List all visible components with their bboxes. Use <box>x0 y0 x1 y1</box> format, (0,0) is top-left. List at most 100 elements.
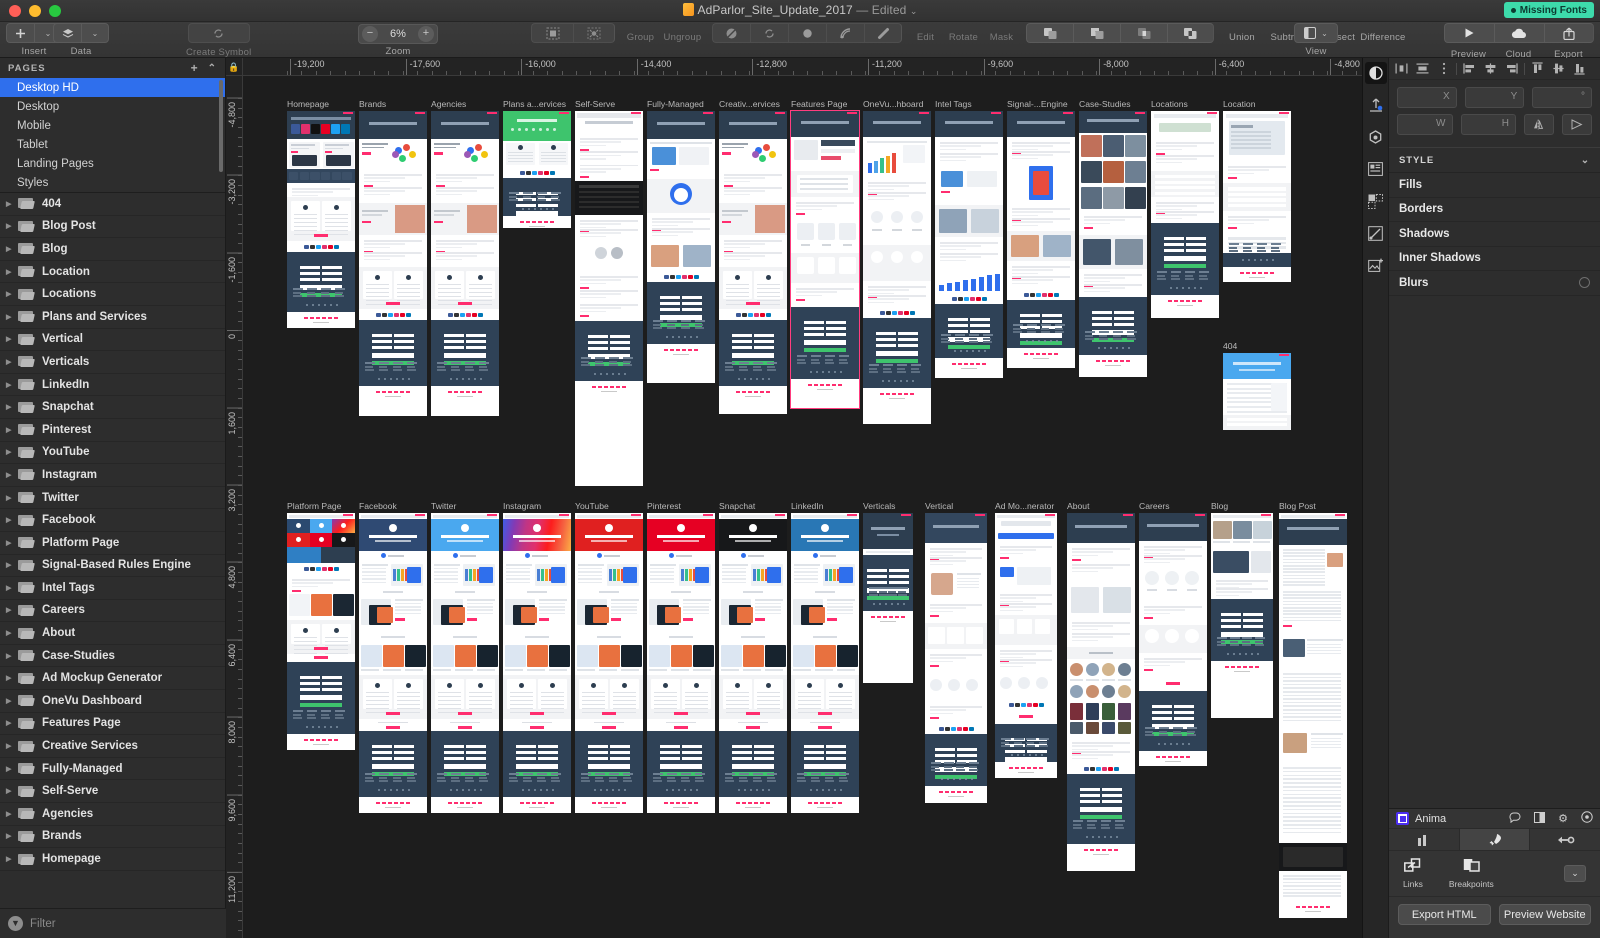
disclosure-triangle-icon[interactable]: ▶ <box>6 335 18 343</box>
layer-row[interactable]: ▶ Homepage <box>0 848 225 871</box>
export-button[interactable] <box>1543 23 1594 43</box>
zoom-value[interactable]: 6% <box>378 28 418 40</box>
data-button[interactable] <box>53 23 81 43</box>
distribute-vertical-icon[interactable] <box>1412 59 1433 79</box>
layout-icon[interactable] <box>1365 158 1387 180</box>
distribute-horizontal-icon[interactable] <box>1391 59 1412 79</box>
style-row-fills[interactable]: Fills <box>1389 173 1600 198</box>
layer-row[interactable]: ▶ Platform Page <box>0 532 225 555</box>
artboard-thumbnail[interactable] <box>935 111 1003 378</box>
comment-icon[interactable] <box>1509 812 1521 826</box>
align-bottom-icon[interactable] <box>1569 59 1590 79</box>
disclosure-triangle-icon[interactable]: ▶ <box>6 494 18 502</box>
disclosure-triangle-icon[interactable]: ▶ <box>6 426 18 434</box>
symbols-icon[interactable] <box>1365 190 1387 212</box>
artboard-thumbnail[interactable] <box>719 111 787 414</box>
cloud-button[interactable] <box>1493 23 1544 43</box>
artboard[interactable]: Blog <box>1211 501 1273 718</box>
disclosure-triangle-icon[interactable]: ▶ <box>6 810 18 818</box>
layer-row[interactable]: ▶ Fully-Managed <box>0 758 225 781</box>
blurs-checkbox[interactable] <box>1579 277 1590 289</box>
intersect-button[interactable] <box>1120 23 1167 43</box>
artboard[interactable]: Self-Serve <box>575 99 643 486</box>
horizontal-ruler[interactable]: -19,200 -17,600 -16,000 -14,400 -12,800 -11,2… <box>243 58 1362 76</box>
disclosure-triangle-icon[interactable]: ▶ <box>6 200 18 208</box>
layer-row[interactable]: ▶ Intel Tags <box>0 577 225 600</box>
disclosure-triangle-icon[interactable]: ▶ <box>6 222 18 230</box>
style-row-blurs[interactable]: Blurs <box>1389 271 1600 296</box>
layer-row[interactable]: ▶ Instagram <box>0 464 225 487</box>
mask-button[interactable] <box>788 23 826 43</box>
disclosure-triangle-icon[interactable]: ▶ <box>6 719 18 727</box>
artboard-thumbnail[interactable] <box>1139 513 1207 766</box>
artboard-thumbnail[interactable] <box>1067 513 1135 871</box>
artboard[interactable]: Agencies <box>431 99 499 416</box>
disclosure-triangle-icon[interactable]: ▶ <box>6 652 18 660</box>
layer-row[interactable]: ▶ Facebook <box>0 509 225 532</box>
artboard[interactable]: Platform Page <box>287 501 355 750</box>
artboard[interactable]: Ad Mo...nerator <box>995 501 1057 778</box>
disclosure-triangle-icon[interactable]: ▶ <box>6 268 18 276</box>
artboard-thumbnail[interactable] <box>431 513 499 813</box>
artboard-thumbnail[interactable] <box>503 111 571 228</box>
height-field[interactable]: H <box>1460 114 1516 135</box>
artboard[interactable]: Pinterest <box>647 501 715 813</box>
disclosure-triangle-icon[interactable]: ▶ <box>6 403 18 411</box>
lock-icon[interactable]: 🔒 <box>226 58 243 76</box>
gear-icon[interactable]: ⚙ <box>1558 812 1568 825</box>
artboard-thumbnail[interactable] <box>287 513 355 750</box>
artboard[interactable]: Twitter <box>431 501 499 813</box>
artboard[interactable]: Creativ...ervices <box>719 99 787 414</box>
union-button[interactable] <box>1026 23 1073 43</box>
disclosure-triangle-icon[interactable]: ▶ <box>6 629 18 637</box>
artboard[interactable]: About <box>1067 501 1135 871</box>
layer-row[interactable]: ▶ Blog Post <box>0 216 225 239</box>
artboard[interactable]: OneVu...hboard <box>863 99 931 424</box>
layer-row[interactable]: ▶ YouTube <box>0 442 225 465</box>
layer-row[interactable]: ▶ Location <box>0 261 225 284</box>
disclosure-triangle-icon[interactable]: ▶ <box>6 471 18 479</box>
layer-row[interactable]: ▶ Snapchat <box>0 396 225 419</box>
chevron-down-icon[interactable]: ⌄ <box>1564 865 1586 882</box>
layer-row[interactable]: ▶ Careers <box>0 600 225 623</box>
style-row-inner-shadows[interactable]: Inner Shadows <box>1389 247 1600 271</box>
subtract-button[interactable] <box>1073 23 1120 43</box>
layer-row[interactable]: ▶ Brands <box>0 826 225 849</box>
disclosure-triangle-icon[interactable]: ▶ <box>6 358 18 366</box>
artboard[interactable]: Verticals <box>863 501 913 683</box>
style-row-shadows[interactable]: Shadows <box>1389 222 1600 247</box>
page-item-desktop-hd[interactable]: Desktop HD <box>0 78 225 97</box>
layer-row[interactable]: ▶ Locations <box>0 283 225 306</box>
artboard[interactable]: Brands <box>359 99 427 416</box>
page-item-desktop[interactable]: Desktop <box>0 97 225 116</box>
artboard[interactable]: 404 <box>1223 341 1291 430</box>
export-html-button[interactable]: Export HTML <box>1398 904 1491 925</box>
page-item-landing-pages[interactable]: Landing Pages <box>0 154 225 173</box>
align-top-icon[interactable] <box>1527 59 1548 79</box>
artboard[interactable]: Case-Studies <box>1079 99 1147 377</box>
difference-button[interactable] <box>1167 23 1214 43</box>
data-dropdown-button[interactable]: ⌄ <box>81 23 109 43</box>
component-icon[interactable] <box>1365 126 1387 148</box>
anima-tab-chart[interactable] <box>1389 829 1460 850</box>
pages-scrollbar[interactable] <box>219 80 223 172</box>
artboard-thumbnail[interactable] <box>503 513 571 813</box>
artboard-thumbnail[interactable] <box>647 111 715 383</box>
layer-row[interactable]: ▶ 404 <box>0 193 225 216</box>
artboard-thumbnail[interactable] <box>359 513 427 813</box>
canvas[interactable]: 🔒 -19,200 -17,600 -16,000 -14,400 -12,800 -11… <box>226 58 1362 938</box>
layer-row[interactable]: ▶ Ad Mockup Generator <box>0 667 225 691</box>
disclosure-triangle-icon[interactable]: ▶ <box>6 539 18 547</box>
more-options-icon[interactable] <box>1433 59 1454 79</box>
align-right-icon[interactable] <box>1501 59 1522 79</box>
style-section-header[interactable]: STYLE ⌄ <box>1389 147 1600 173</box>
scale-button[interactable] <box>826 23 864 43</box>
target-icon[interactable] <box>1581 811 1593 826</box>
artboard[interactable]: Signal-...Engine <box>1007 99 1075 368</box>
layer-row[interactable]: ▶ Creative Services <box>0 735 225 758</box>
missing-fonts-badge[interactable]: Missing Fonts <box>1503 2 1594 18</box>
artboard-thumbnail[interactable] <box>1211 513 1273 718</box>
export-cloud-icon[interactable] <box>1365 94 1387 116</box>
page-item-styles[interactable]: Styles <box>0 173 225 192</box>
layer-row[interactable]: ▶ Twitter <box>0 487 225 510</box>
